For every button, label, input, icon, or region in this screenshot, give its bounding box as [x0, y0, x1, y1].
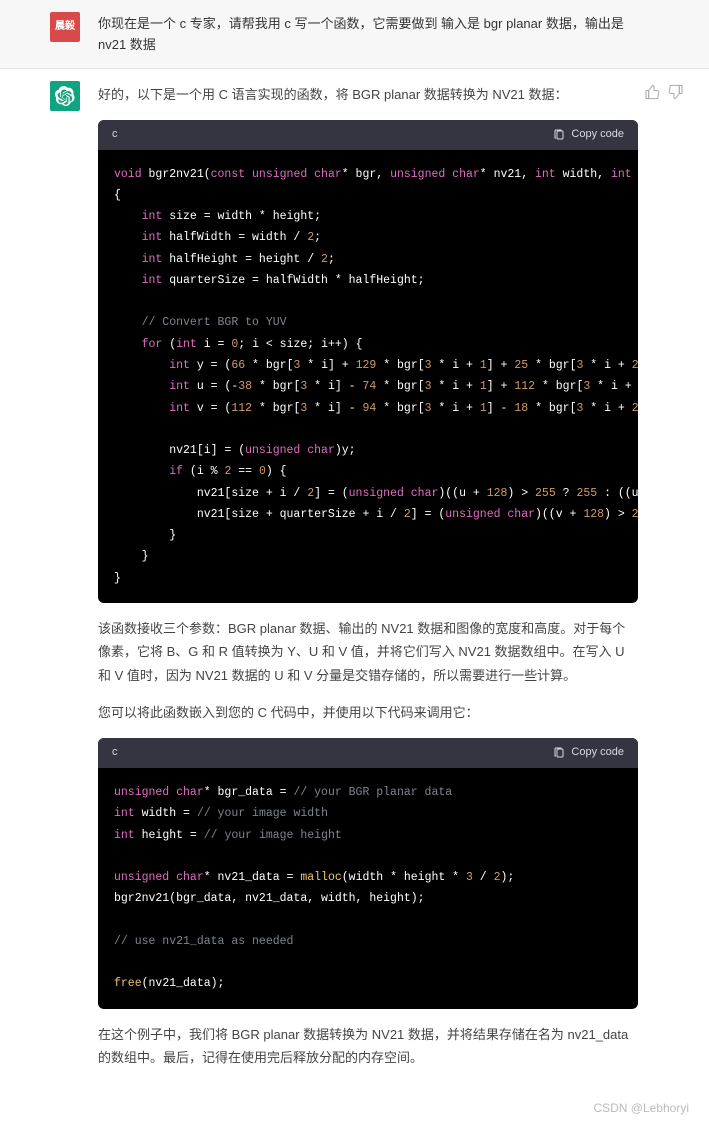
assistant-para-1: 该函数接收三个参数：BGR planar 数据、输出的 NV21 数据和图像的宽…	[98, 617, 638, 687]
copy-code-button[interactable]: Copy code	[553, 744, 624, 762]
openai-logo-icon	[55, 86, 75, 106]
code-header: c Copy code	[98, 120, 638, 150]
clipboard-icon	[553, 129, 565, 141]
assistant-message: 好的，以下是一个用 C 语言实现的函数，将 BGR planar 数据转换为 N…	[0, 69, 709, 1096]
watermark: CSDN @Lebhoryi	[0, 1095, 709, 1122]
code-lang-label: c	[112, 126, 118, 144]
feedback-actions	[644, 81, 684, 1084]
code-content-2: unsigned char* bgr_data = // your BGR pl…	[98, 768, 638, 1009]
code-content-1: void bgr2nv21(const unsigned char* bgr, …	[98, 150, 638, 603]
user-avatar: 晨毅	[50, 12, 80, 42]
code-header: c Copy code	[98, 738, 638, 768]
code-lang-label: c	[112, 744, 118, 762]
user-text: 你现在是一个 c 专家，请帮我用 c 写一个函数，它需要做到 输入是 bgr p…	[98, 12, 638, 56]
clipboard-icon	[553, 747, 565, 759]
copy-code-button[interactable]: Copy code	[553, 126, 624, 144]
assistant-avatar	[50, 81, 80, 111]
code-block-2: c Copy code unsigned char* bgr_data = //…	[98, 738, 638, 1008]
copy-code-label: Copy code	[571, 744, 624, 762]
user-message: 晨毅 你现在是一个 c 专家，请帮我用 c 写一个函数，它需要做到 输入是 bg…	[0, 0, 709, 69]
assistant-para-3: 在这个例子中，我们将 BGR planar 数据转换为 NV21 数据，并将结果…	[98, 1023, 638, 1070]
assistant-intro: 好的，以下是一个用 C 语言实现的函数，将 BGR planar 数据转换为 N…	[98, 83, 638, 106]
code-block-1: c Copy code void bgr2nv21(const unsigned…	[98, 120, 638, 603]
thumbs-down-icon[interactable]	[668, 84, 684, 100]
thumbs-up-icon[interactable]	[644, 84, 660, 100]
assistant-para-2: 您可以将此函数嵌入到您的 C 代码中，并使用以下代码来调用它：	[98, 701, 638, 724]
copy-code-label: Copy code	[571, 126, 624, 144]
